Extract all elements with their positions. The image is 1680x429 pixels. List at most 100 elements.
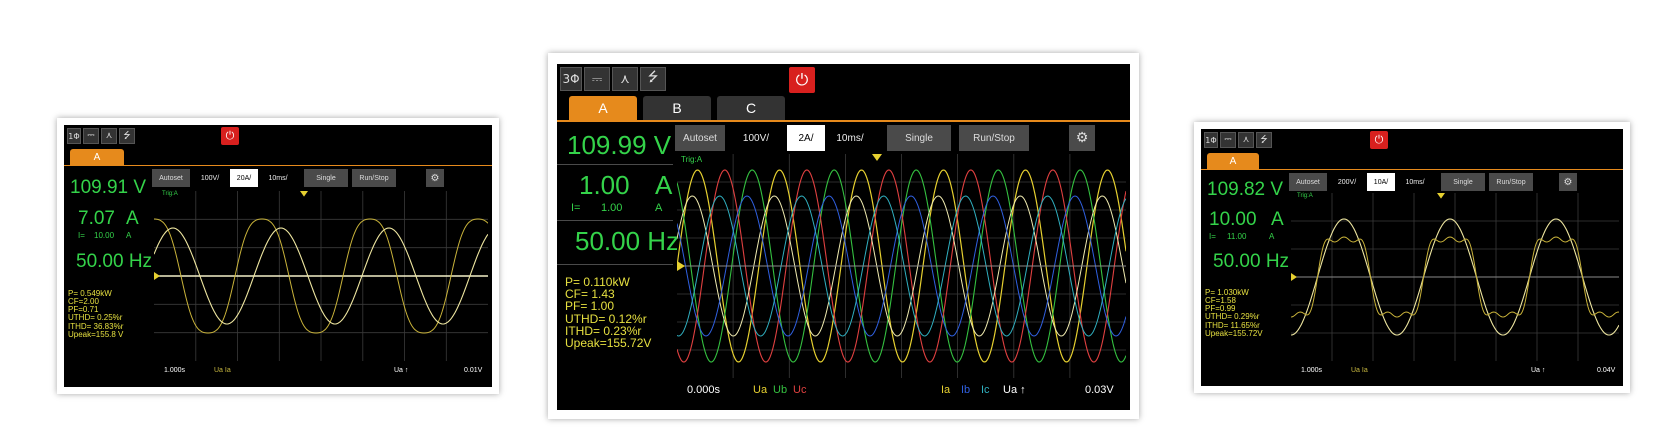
- current-readout: 1.00: [579, 170, 630, 200]
- trigger-marker: [872, 154, 882, 161]
- stats-panel: P= 0.549kW CF=2.00 PF=0.71 UTHD= 0.25%r ITH…: [68, 289, 124, 339]
- waveform-mode-icon[interactable]: ⋏: [101, 128, 117, 144]
- run-stop-button[interactable]: Run/Stop: [352, 169, 396, 187]
- center-screen: 3Φ ⎓ ⋏ ⭍ ⏻ A B C Autoset 100V/ 2A/ 10ms/…: [557, 64, 1130, 410]
- separator: [557, 164, 673, 165]
- current-peak-unit: A: [655, 202, 663, 214]
- current-readout: 10.00: [1209, 209, 1257, 230]
- footer-legend-ua: Ua: [753, 384, 768, 396]
- level-marker: [677, 261, 685, 271]
- frequency-readout: 50.00 Hz: [76, 251, 153, 272]
- tab-underline: [1201, 169, 1623, 170]
- single-button[interactable]: Single: [1441, 173, 1485, 191]
- footer-trigger-source: Ua ↑: [1531, 367, 1546, 374]
- current-peak-value: 1.00: [601, 202, 623, 214]
- current-peak-value: 10.00: [94, 231, 115, 240]
- left-screen: 1Φ ⎓ ⋏ ⭍ ⏻ A Autoset 100V/ 20A/ 10ms/ Si…: [64, 125, 492, 387]
- tab-underline: [557, 120, 1130, 122]
- time-per-div[interactable]: 10ms/: [825, 125, 875, 151]
- time-per-div[interactable]: 10ms/: [258, 169, 298, 187]
- level-marker: [154, 272, 160, 280]
- frequency-readout: 50.00 Hz: [1213, 251, 1290, 272]
- volts-per-div[interactable]: 200V/: [1327, 173, 1367, 191]
- stats-panel: P= 1.030kW CF=1.58 PF=0.99 UTHD= 0.29%r ITH…: [1205, 288, 1263, 338]
- dc-mode-icon[interactable]: ⎓: [83, 128, 99, 144]
- amps-per-div[interactable]: 10A/: [1367, 173, 1395, 191]
- volts-per-div[interactable]: 100V/: [725, 125, 787, 151]
- current-peak-value: 11.00: [1227, 232, 1247, 241]
- current-peak-label: I=: [78, 231, 85, 240]
- dc-mode-icon[interactable]: ⎓: [584, 67, 610, 91]
- right-screen: 1Φ ⎓ ⋏ ⭍ ⏻ A Autoset 200V/ 10A/ 10ms/ Si…: [1201, 129, 1623, 386]
- tab-phase-a[interactable]: A: [1207, 153, 1259, 169]
- waveform-plot[interactable]: [677, 154, 1126, 378]
- left-screen-frame: 1Φ ⎓ ⋏ ⭍ ⏻ A Autoset 100V/ 20A/ 10ms/ Si…: [57, 118, 499, 394]
- single-button[interactable]: Single: [304, 169, 348, 187]
- frequency-readout: 50.00 Hz: [575, 226, 680, 256]
- autoset-button[interactable]: Autoset: [152, 169, 190, 187]
- footer-trigger-source: Ua ↑: [1003, 384, 1026, 396]
- waveform-plot[interactable]: [154, 191, 488, 361]
- dc-mode-icon[interactable]: ⎓: [1220, 132, 1236, 148]
- power-button[interactable]: ⏻: [1370, 131, 1388, 149]
- tab-underline: [64, 165, 492, 166]
- voltage-readout: 109.82 V: [1207, 179, 1284, 200]
- autoset-button[interactable]: Autoset: [1289, 173, 1327, 191]
- current-peak-label: I=: [1209, 232, 1216, 241]
- footer-legend-ic: Ic: [981, 384, 990, 396]
- tab-phase-c[interactable]: C: [717, 96, 785, 120]
- tab-phase-b[interactable]: B: [643, 96, 711, 120]
- waveform-mode-icon[interactable]: ⋏: [1238, 132, 1254, 148]
- run-stop-button[interactable]: Run/Stop: [1489, 173, 1533, 191]
- time-per-div[interactable]: 10ms/: [1395, 173, 1435, 191]
- usb-icon[interactable]: ⭍: [640, 67, 666, 91]
- footer-trigger-level: 0.04V: [1597, 367, 1616, 374]
- plot-trigger-label: Trig:A: [1297, 193, 1313, 199]
- current-peak-unit: A: [126, 231, 132, 240]
- footer-legend-ib: Ib: [961, 384, 971, 396]
- trigger-marker: [300, 191, 308, 197]
- run-stop-button[interactable]: Run/Stop: [959, 125, 1029, 151]
- gear-icon[interactable]: ⚙: [426, 169, 444, 187]
- footer-legend-uc: Uc: [793, 384, 807, 396]
- tab-phase-a[interactable]: A: [569, 96, 637, 120]
- power-button[interactable]: ⏻: [221, 127, 239, 145]
- gear-icon[interactable]: ⚙: [1559, 173, 1577, 191]
- stats-panel: P= 0.110kW CF= 1.43 PF= 1.00 UTHD= 0.12%r I…: [565, 275, 652, 351]
- tab-phase-a[interactable]: A: [70, 149, 124, 165]
- phase-mode-icon[interactable]: 3Φ: [560, 67, 582, 91]
- plot-trigger-label: Trig:A: [162, 191, 178, 197]
- amps-per-div[interactable]: 2A/: [787, 125, 825, 151]
- trigger-marker: [1437, 193, 1445, 199]
- center-screen-frame: 3Φ ⎓ ⋏ ⭍ ⏻ A B C Autoset 100V/ 2A/ 10ms/…: [548, 53, 1139, 419]
- waveform-mode-icon[interactable]: ⋏: [612, 67, 638, 91]
- separator: [557, 264, 673, 265]
- usb-icon[interactable]: ⭍: [1256, 132, 1272, 148]
- right-screen-frame: 1Φ ⎓ ⋏ ⭍ ⏻ A Autoset 200V/ 10A/ 10ms/ Si…: [1194, 122, 1630, 393]
- footer-trigger-source: Ua ↑: [394, 367, 409, 374]
- autoset-button[interactable]: Autoset: [675, 125, 725, 151]
- current-peak-unit: A: [1269, 232, 1275, 241]
- gear-icon[interactable]: ⚙: [1069, 125, 1095, 151]
- waveform-plot[interactable]: [1291, 193, 1619, 361]
- amps-per-div[interactable]: 20A/: [230, 169, 258, 187]
- footer-trigger-level: 0.01V: [464, 367, 483, 374]
- phase-mode-icon[interactable]: 1Φ: [1204, 132, 1218, 148]
- level-marker: [1291, 273, 1297, 281]
- footer-legend: Ua Ia: [1351, 367, 1368, 374]
- phase-mode-icon[interactable]: 1Φ: [67, 128, 81, 144]
- current-unit: A: [1271, 209, 1284, 230]
- footer-legend: Ua Ia: [214, 367, 231, 374]
- plot-trigger-label: Trig:A: [681, 155, 703, 164]
- single-button[interactable]: Single: [887, 125, 951, 151]
- volts-per-div[interactable]: 100V/: [190, 169, 230, 187]
- usb-icon[interactable]: ⭍: [119, 128, 135, 144]
- footer-time: 1.000s: [1301, 367, 1323, 374]
- separator: [557, 220, 673, 221]
- current-readout: 7.07: [78, 208, 115, 229]
- current-peak-label: I=: [571, 202, 581, 214]
- footer-legend-ub: Ub: [773, 384, 788, 396]
- footer-trigger-level: 0.03V: [1085, 384, 1114, 396]
- power-button[interactable]: ⏻: [789, 67, 815, 93]
- current-unit: A: [655, 170, 673, 200]
